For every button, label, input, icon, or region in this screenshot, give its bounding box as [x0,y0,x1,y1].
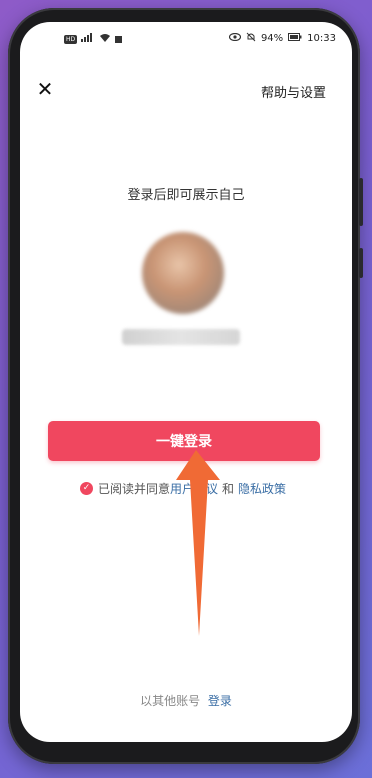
privacy-policy-link[interactable]: 隐私政策 [238,480,286,497]
avatar [142,232,224,314]
one-click-login-button[interactable]: 一键登录 [48,421,320,461]
close-icon[interactable]: ✕ [34,78,56,100]
volume-button [359,178,363,226]
checkbox-checked-icon[interactable]: ✓ [80,482,93,495]
user-agreement-link[interactable]: 用户协议 [170,480,218,497]
login-tagline: 登录后即可展示自己 [127,188,245,203]
agreement-and: 和 [222,482,235,496]
other-account-login-link[interactable]: 登录 [208,694,232,708]
blurred-username [122,329,240,345]
notification-icon [115,35,123,43]
mute-bell-icon [246,32,256,45]
login-button-label: 一键登录 [156,434,212,450]
signal-icon [81,33,95,45]
other-account-row: 以其他账号 登录 [20,692,352,709]
eye-icon [228,32,242,44]
agreement-prefix: 已阅读并同意 [98,482,171,496]
power-button [359,248,363,278]
status-bar: HD 94% 10:33 [20,22,352,50]
clock: 10:33 [307,33,336,44]
agreement-row: ✓ 已阅读并同意 用户协议 和 隐私政策 [80,480,286,497]
battery-text: 94% [260,33,284,44]
hd-badge: HD [64,34,78,44]
wifi-icon [99,33,111,45]
other-account-prefix: 以其他账号 [140,694,201,708]
battery-icon [288,33,302,44]
app-screen: HD 94% 10:33 ✕ 帮助与设置 登录后即可展示自己 一键登录 ✓ 已阅… [20,22,352,742]
help-settings-link[interactable]: 帮助与设置 [261,82,326,101]
